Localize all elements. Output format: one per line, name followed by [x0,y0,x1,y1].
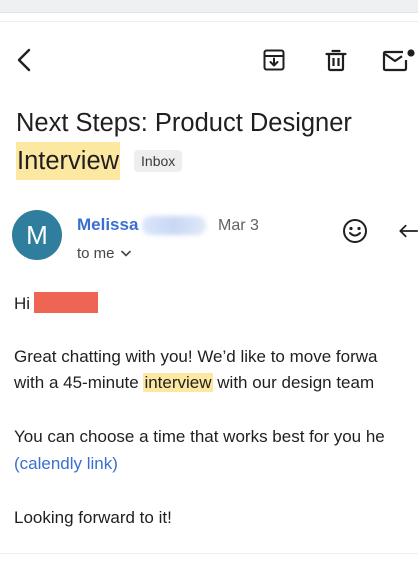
body-highlight: interview [143,373,213,392]
inbox-label-chip[interactable]: Inbox [134,150,183,172]
trash-icon [325,49,347,72]
sender-name[interactable]: Melissa [77,215,138,235]
status-strip [0,0,418,13]
mark-unread-button[interactable] [382,46,416,74]
add-reaction-button[interactable] [340,216,370,246]
email-subject: Next Steps: Product Designer Interview I… [16,104,406,180]
subject-line: Next Steps: Product Designer [16,109,352,137]
delete-button[interactable] [322,46,350,74]
body-text-segment: with our design team [212,373,375,392]
recipient-label: to me [77,245,115,262]
blurred-surname [142,216,206,235]
greeting-line: Hi [14,291,99,317]
closing-line: Looking forward to it! [14,508,172,527]
body-line: You can choose a time that works best fo… [14,427,385,446]
divider [0,21,418,22]
reply-icon [399,224,418,238]
body-line: Great chatting with you! We’d like to mo… [14,347,378,366]
back-arrow-icon [17,48,31,72]
divider [0,553,418,554]
emoji-icon [343,219,367,243]
chevron-down-icon [120,250,131,257]
redacted-name [34,292,99,313]
avatar[interactable]: M [12,210,62,260]
email-date: Mar 3 [218,217,259,234]
archive-button[interactable] [260,46,288,74]
body-line: with a 45-minute interview with our desi… [14,370,374,396]
calendly-link[interactable]: (calendly link) [14,451,118,477]
body-text-segment: with a 45-minute [14,373,144,392]
archive-icon [263,49,285,71]
recipient-toggle[interactable]: to me [77,245,131,262]
back-button[interactable] [10,46,38,74]
reply-button[interactable] [398,219,418,243]
mail-icon [382,49,415,72]
subject-highlight: Interview [16,142,121,180]
greeting-text: Hi [14,294,31,313]
